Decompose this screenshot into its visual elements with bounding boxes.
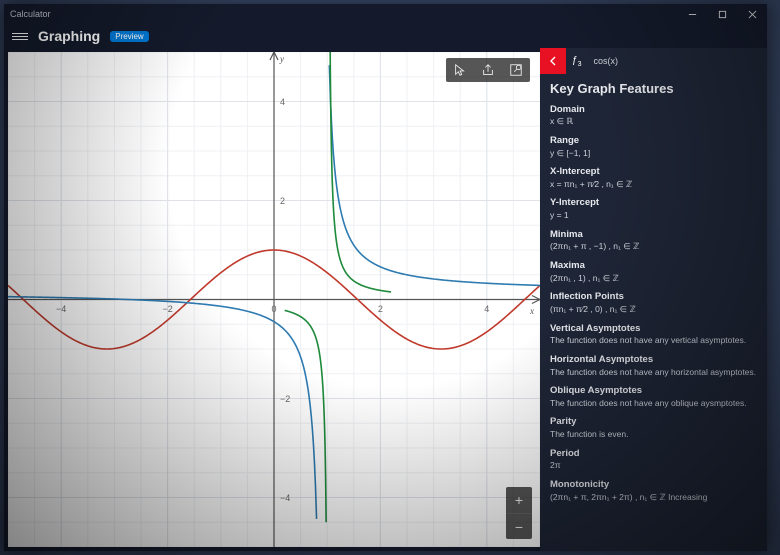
tick-label: 2 [280, 196, 285, 206]
body: −4 −2 0 2 4 −4 −2 2 4 x y + − [4, 48, 767, 551]
feature-item: X-Interceptx = πn₁ + π⁄2 , n₁ ∈ ℤ [550, 166, 757, 190]
graph-options-button[interactable] [502, 58, 530, 82]
feature-item: Vertical AsymptotesThe function does not… [550, 323, 757, 347]
feature-item: Y-Intercepty = 1 [550, 197, 757, 221]
feature-label: Y-Intercept [550, 197, 757, 210]
feature-value: The function is even. [550, 429, 757, 440]
feature-item: Horizontal AsymptotesThe function does n… [550, 354, 757, 378]
feature-label: Domain [550, 104, 757, 117]
tick-label: 4 [484, 304, 489, 314]
feature-label: X-Intercept [550, 166, 757, 179]
function-header: ƒ3 cos(x) [540, 48, 767, 74]
preview-badge: Preview [110, 31, 148, 42]
tick-label: −4 [56, 304, 66, 314]
feature-value: x ∈ ℝ [550, 116, 757, 127]
feature-item: Maxima(2πn₁ , 1) , n₁ ∈ ℤ [550, 260, 757, 284]
feature-label: Range [550, 135, 757, 148]
zoom-out-button[interactable]: − [506, 513, 532, 539]
tick-label: 4 [280, 97, 285, 107]
feature-label: Period [550, 448, 757, 461]
feature-label: Vertical Asymptotes [550, 323, 757, 336]
feature-label: Monotonicity [550, 479, 757, 492]
panel-title: Key Graph Features [550, 80, 757, 98]
feature-item: Domainx ∈ ℝ [550, 104, 757, 128]
feature-value: (πn₁ + π⁄2 , 0) , n₁ ∈ ℤ [550, 304, 757, 315]
minimize-button[interactable] [677, 4, 707, 24]
side-panel: ƒ3 cos(x) Key Graph Features Domainx ∈ ℝ… [540, 48, 767, 551]
maximize-button[interactable] [707, 4, 737, 24]
feature-item: Monotonicity(2πn₁ + π, 2πn₁ + 2π) , n₁ ∈… [550, 479, 757, 503]
feature-item: Minima(2πn₁ + π , −1) , n₁ ∈ ℤ [550, 229, 757, 253]
menu-button[interactable] [12, 33, 28, 40]
feature-label: Maxima [550, 260, 757, 273]
tick-label: −2 [280, 394, 290, 404]
feature-label: Parity [550, 416, 757, 429]
feature-item: Oblique AsymptotesThe function does not … [550, 385, 757, 409]
cursor-tool-button[interactable] [446, 58, 474, 82]
y-axis-label: y [280, 54, 284, 64]
feature-item: Rangey ∈ [−1, 1] [550, 135, 757, 159]
tick-label: 2 [378, 304, 383, 314]
tick-label: −2 [162, 304, 172, 314]
x-axis-label: x [530, 306, 534, 316]
feature-value: The function does not have any oblique a… [550, 398, 757, 409]
feature-value: (2πn₁ , 1) , n₁ ∈ ℤ [550, 273, 757, 284]
feature-value: y ∈ [−1, 1] [550, 148, 757, 159]
function-label: ƒ3 [566, 55, 587, 68]
feature-value: 2π [550, 460, 757, 471]
feature-value: The function does not have any horizonta… [550, 367, 757, 378]
feature-label: Horizontal Asymptotes [550, 354, 757, 367]
close-button[interactable] [737, 4, 767, 24]
back-button[interactable] [540, 48, 566, 74]
zoom-controls: + − [506, 487, 532, 539]
app-window: Calculator Graphing Preview −4−2024−4−22… [4, 4, 767, 551]
feature-item: Period2π [550, 448, 757, 472]
tick-label: 0 [271, 304, 276, 314]
feature-label: Minima [550, 229, 757, 242]
titlebar: Calculator [4, 4, 767, 24]
feature-value: The function does not have any vertical … [550, 335, 757, 346]
zoom-in-button[interactable]: + [506, 487, 532, 513]
feature-item: Inflection Points(πn₁ + π⁄2 , 0) , n₁ ∈ … [550, 291, 757, 315]
feature-value: (2πn₁ + π, 2πn₁ + 2π) , n₁ ∈ ℤ Increasin… [550, 492, 757, 503]
mode-name: Graphing [38, 28, 100, 44]
graph-canvas [8, 52, 540, 547]
share-button[interactable] [474, 58, 502, 82]
graph-area[interactable]: −4 −2 0 2 4 −4 −2 2 4 x y + − [8, 52, 540, 547]
feature-value: (2πn₁ + π , −1) , n₁ ∈ ℤ [550, 241, 757, 252]
feature-value: x = πn₁ + π⁄2 , n₁ ∈ ℤ [550, 179, 757, 190]
header: Graphing Preview [4, 24, 767, 48]
feature-label: Oblique Asymptotes [550, 385, 757, 398]
feature-value: y = 1 [550, 210, 757, 221]
tick-label: −4 [280, 493, 290, 503]
feature-item: ParityThe function is even. [550, 416, 757, 440]
panel-body[interactable]: Key Graph Features Domainx ∈ ℝ Rangey ∈ [… [540, 74, 767, 551]
feature-label: Inflection Points [550, 291, 757, 304]
function-expression: cos(x) [587, 56, 618, 66]
window-title: Calculator [4, 9, 51, 19]
graph-toolbar [446, 58, 530, 82]
